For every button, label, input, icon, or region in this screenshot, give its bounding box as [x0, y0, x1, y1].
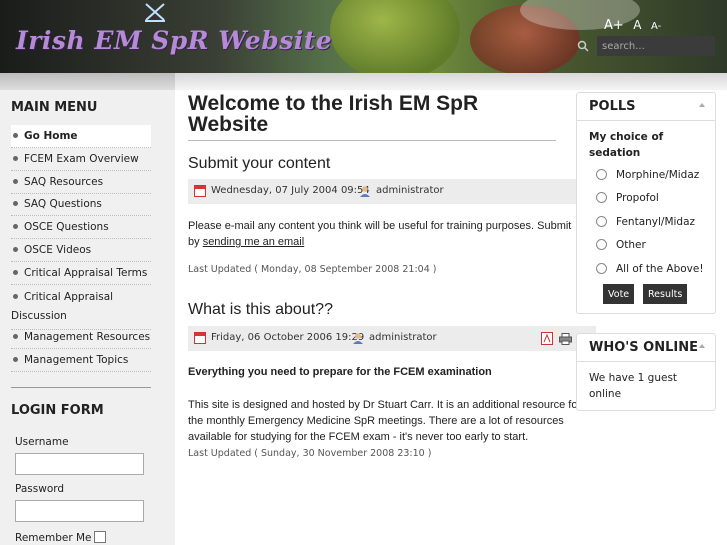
header-subbar — [0, 73, 727, 90]
poll-option[interactable]: Fentanyl/Midaz — [596, 215, 695, 228]
article-last-updated: Last Updated ( Monday, 08 September 2008… — [188, 264, 437, 275]
bullet-icon — [13, 270, 18, 275]
search-input[interactable] — [597, 36, 715, 56]
sidebar-item-fcem-exam-overview[interactable]: FCEM Exam Overview — [11, 148, 151, 171]
bullet-icon — [13, 201, 18, 206]
bullet-icon — [13, 224, 18, 229]
article-date: Wednesday, 07 July 2004 09:54 — [211, 185, 370, 196]
sidebar-item-go-home[interactable]: Go Home — [11, 125, 151, 148]
calendar-icon — [194, 185, 206, 197]
username-field[interactable] — [15, 453, 144, 475]
radio-button[interactable] — [596, 168, 607, 180]
search-icon — [577, 40, 589, 52]
poll-option[interactable]: Other — [596, 238, 646, 251]
whos-online-heading: WHO'S ONLINE — [577, 334, 715, 362]
username-label: Username — [15, 436, 69, 448]
remember-me-checkbox[interactable] — [94, 531, 106, 543]
whos-online-text: We have 1 guest online — [589, 372, 678, 400]
pdf-icon[interactable] — [541, 332, 553, 345]
poll-option[interactable]: All of the Above! — [596, 262, 704, 275]
article-author: administrator — [376, 185, 444, 196]
bullet-icon — [13, 156, 18, 161]
article-body-line: This site is designed and hosted by Dr S… — [188, 399, 578, 411]
bullet-icon — [13, 133, 18, 138]
collapse-arrow-icon[interactable] — [699, 344, 705, 348]
site-header: Irish EM SpR Website A+ A A- — [0, 0, 727, 73]
polls-heading: POLLS — [577, 93, 715, 121]
password-field[interactable] — [15, 500, 144, 522]
poll-question: My choice of sedation — [589, 131, 664, 159]
radio-button[interactable] — [596, 191, 607, 203]
poll-option[interactable]: Morphine/Midaz — [596, 168, 699, 181]
article-date: Friday, 06 October 2006 19:29 — [211, 332, 365, 343]
article-body-line: by sending me an email — [188, 236, 305, 248]
sidebar-item-osce-videos[interactable]: OSCE Videos — [11, 239, 151, 262]
email-link[interactable]: sending me an email — [203, 236, 305, 248]
sidebar-item-management-resources[interactable]: Management Resources — [11, 326, 151, 349]
user-icon — [360, 186, 370, 197]
site-logo[interactable]: Irish EM SpR Website — [16, 26, 332, 55]
font-decrease-button[interactable]: A- — [651, 21, 661, 32]
article-meta-bar: Friday, 06 October 2006 19:29 administra… — [188, 326, 596, 351]
article-title[interactable]: Submit your content — [188, 155, 330, 173]
user-icon — [353, 333, 363, 344]
font-reset-button[interactable]: A — [633, 18, 641, 32]
scissors-logo-icon — [143, 2, 167, 22]
article-author: administrator — [369, 332, 437, 343]
sidebar-item-saq-resources[interactable]: SAQ Resources — [11, 171, 151, 194]
sidebar-item-critical-appraisal-terms[interactable]: Critical Appraisal Terms — [11, 262, 151, 285]
sidebar-divider — [11, 387, 151, 388]
sidebar-item-saq-questions[interactable]: SAQ Questions — [11, 193, 151, 216]
header-background-image — [330, 0, 460, 73]
article-body-line: the monthly Emergency Medicine SpR meeti… — [188, 415, 564, 427]
radio-button[interactable] — [596, 215, 607, 227]
poll-option[interactable]: Propofol — [596, 191, 659, 204]
calendar-icon — [194, 332, 206, 344]
article-lead: Everything you need to prepare for the F… — [188, 366, 492, 378]
radio-button[interactable] — [596, 262, 607, 274]
bullet-icon — [13, 179, 18, 184]
radio-button[interactable] — [596, 238, 607, 250]
sidebar-item-management-topics[interactable]: Management Topics — [11, 349, 151, 372]
results-button[interactable]: Results — [643, 284, 688, 304]
sidebar-item-critical-appraisal-discussion[interactable]: Critical Appraisal Discussion — [11, 285, 151, 330]
password-label: Password — [15, 483, 65, 495]
vote-button[interactable]: Vote — [603, 284, 635, 304]
font-size-controls: A+ A A- — [604, 18, 667, 33]
font-increase-button[interactable]: A+ — [604, 18, 624, 33]
bullet-icon — [13, 357, 18, 362]
bullet-icon — [13, 247, 18, 252]
main-menu-heading: MAIN MENU — [11, 100, 98, 115]
title-divider — [188, 140, 556, 141]
print-icon[interactable] — [559, 333, 572, 345]
article-last-updated: Last Updated ( Sunday, 30 November 2008 … — [188, 448, 432, 459]
sidebar-item-osce-questions[interactable]: OSCE Questions — [11, 216, 151, 239]
login-form-heading: LOGIN FORM — [11, 403, 104, 418]
article-meta-bar: Wednesday, 07 July 2004 09:54 administra… — [188, 179, 596, 204]
article-body-line: Please e-mail any content you think will… — [188, 220, 572, 232]
article-body-line: available for studying for the FCEM exam… — [188, 431, 529, 443]
page-title: Welcome to the Irish EM SpR Website — [188, 92, 479, 136]
collapse-arrow-icon[interactable] — [699, 103, 705, 107]
remember-me-label: Remember Me — [15, 532, 92, 544]
bullet-icon — [13, 334, 18, 339]
bullet-icon — [13, 294, 18, 299]
article-title[interactable]: What is this about?? — [188, 301, 333, 319]
